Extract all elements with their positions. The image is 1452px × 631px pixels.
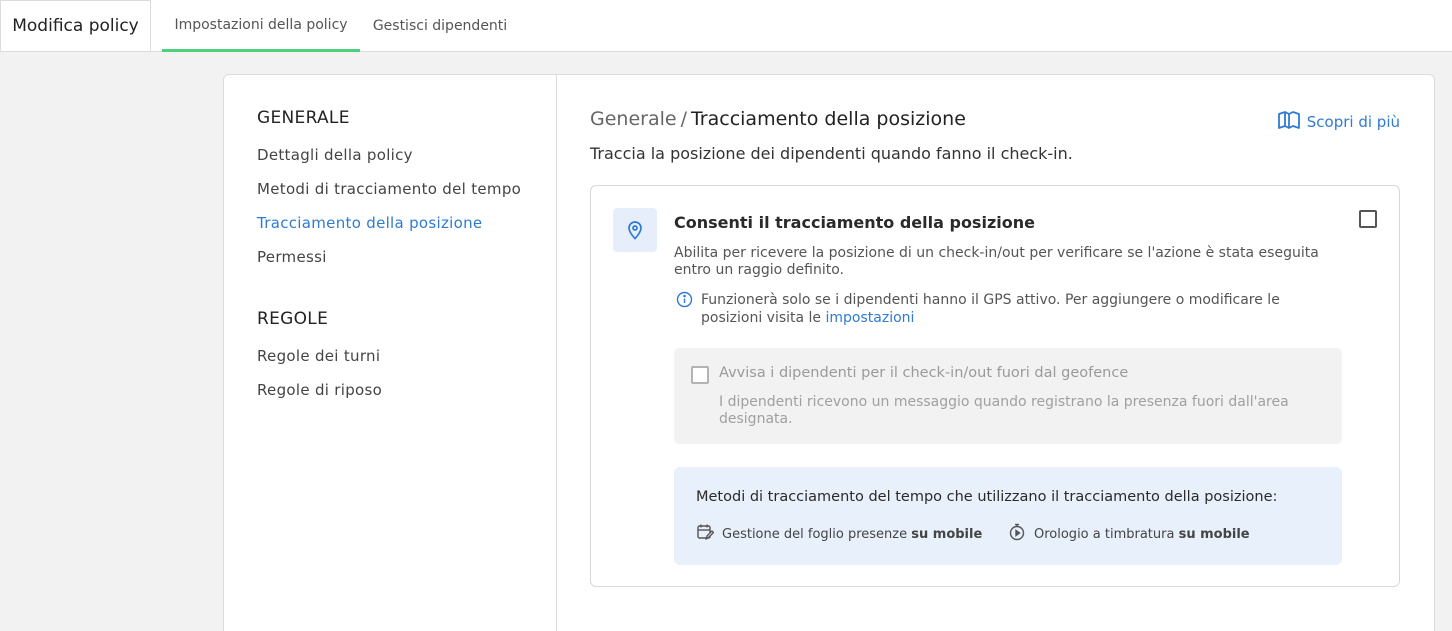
info-icon [676,291,693,327]
method-time-clock-text: Orologio a timbratura [1034,526,1175,542]
content-area: Generale / Tracciamento della posizione Sc… [590,75,1434,631]
method-timesheet-label: Gestione del foglio presenze su mobile [722,527,982,542]
sidebar-item-time-tracking-methods[interactable]: Metodi di tracciamento del tempo [257,180,521,198]
page-title: Modifica policy [0,0,151,52]
sidebar-item-permissions[interactable]: Permessi [257,248,327,266]
breadcrumb-current: Tracciamento della posizione [690,108,966,130]
location-tracking-panel: Consenti il tracciamento della posizione… [590,185,1400,587]
tracking-methods-title: Metodi di tracciamento del tempo che uti… [696,489,1278,505]
tab-manage-employees[interactable]: Gestisci dipendenti [362,0,518,52]
breadcrumb-parent[interactable]: Generale [590,108,677,130]
breadcrumb: Generale / Tracciamento della posizione [590,108,966,130]
learn-more-link[interactable]: Scopri di più [1277,110,1400,134]
location-tracking-description: Abilita per ricevere la posizione di un … [674,245,1319,278]
settings-card: GENERALE Dettagli della policy Metodi di… [223,74,1435,631]
sidebar-item-rest-rules[interactable]: Regole di riposo [257,381,382,399]
geofence-label: Avvisa i dipendenti per il check-in/out … [719,365,1129,381]
gps-info-text-wrap: Funzionerà solo se i dipendenti hanno il… [701,291,1316,327]
method-timesheet-text: Gestione del foglio presenze [722,526,908,542]
sidebar-item-shift-rules[interactable]: Regole dei turni [257,347,380,365]
section-heading-general: GENERALE [257,108,350,128]
method-time-clock-suffix: su mobile [1178,526,1250,542]
section-heading-rules: REGOLE [257,309,329,329]
method-time-clock-label: Orologio a timbratura su mobile [1034,527,1250,542]
gps-info-text: Funzionerà solo se i dipendenti hanno il… [701,292,1280,326]
gps-info-note: Funzionerà solo se i dipendenti hanno il… [676,291,1316,327]
method-time-clock: Orologio a timbratura su mobile [1008,523,1250,545]
calendar-edit-icon [696,523,715,545]
settings-sidebar: GENERALE Dettagli della policy Metodi di… [224,75,557,631]
page-subtitle: Traccia la posizione dei dipendenti quan… [590,144,1073,163]
sidebar-item-policy-details[interactable]: Dettagli della policy [257,146,413,164]
geofence-checkbox[interactable] [691,366,709,384]
geofence-description: I dipendenti ricevono un messaggio quand… [719,394,1289,427]
tab-policy-settings[interactable]: Impostazioni della policy [162,0,360,52]
tracking-methods-box: Metodi di tracciamento del tempo che uti… [674,467,1342,565]
breadcrumb-separator: / [680,108,687,130]
learn-more-label: Scopri di più [1306,113,1400,131]
location-tracking-title: Consenti il tracciamento della posizione [674,213,1035,232]
stopwatch-icon [1008,523,1026,545]
book-icon [1277,110,1301,134]
location-pin-icon [613,208,657,252]
geofence-option: Avvisa i dipendenti per il check-in/out … [674,348,1342,444]
top-bar: Modifica policy Impostazioni della polic… [0,0,1452,52]
method-timesheet: Gestione del foglio presenze su mobile [696,523,982,545]
method-timesheet-suffix: su mobile [911,526,983,542]
location-tracking-checkbox[interactable] [1359,210,1377,228]
sidebar-item-location-tracking[interactable]: Tracciamento della posizione [257,214,482,232]
settings-link[interactable]: impostazioni [826,310,915,326]
